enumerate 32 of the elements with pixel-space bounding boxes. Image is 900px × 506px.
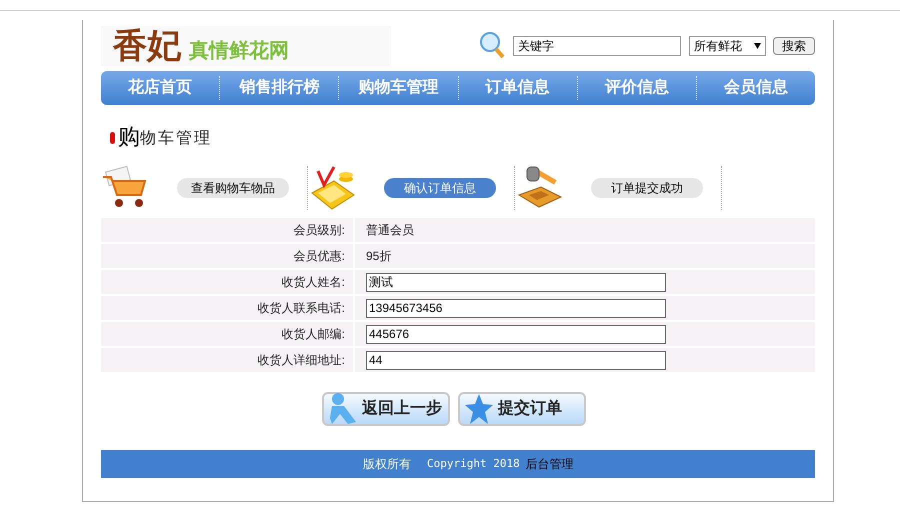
dropdown-caret-icon — [754, 43, 761, 49]
logo-slogan: 真情鲜花网 — [189, 39, 289, 64]
search-button[interactable]: 搜索 — [773, 37, 815, 55]
copyright-text: Copyright 2018 — [427, 456, 520, 472]
form-value: 普通会员 — [366, 222, 414, 239]
form-label: 会员级别: — [294, 222, 345, 239]
star-icon — [464, 392, 494, 426]
page-title: 物车管理 — [140, 128, 212, 149]
form-input-field[interactable]: 测试 — [366, 272, 666, 292]
title-bullet-icon — [110, 132, 115, 144]
submit-order-button[interactable]: 提交订单 — [458, 392, 586, 426]
category-dropdown[interactable]: 所有鲜花 — [689, 36, 766, 56]
step-label: 确认订单信息 — [384, 178, 496, 198]
back-button[interactable]: 返回上一步 — [322, 392, 450, 426]
form-label: 会员优惠: — [294, 248, 345, 265]
page-title-initial: 购 — [118, 124, 140, 150]
copyright-rights: 版权所有 — [363, 456, 411, 473]
form-input-field[interactable]: 445676 — [366, 324, 666, 344]
form-label: 收货人邮编: — [282, 326, 345, 343]
admin-link[interactable]: 后台管理 — [526, 455, 574, 473]
form-label: 收货人详细地址: — [258, 352, 345, 369]
step-label: 查看购物车物品 — [177, 178, 289, 198]
step-label: 订单提交成功 — [591, 178, 703, 198]
search-field[interactable]: 关键字 — [513, 36, 681, 56]
form-value: 95折 — [366, 248, 392, 265]
form-label: 收货人联系电话: — [258, 300, 345, 317]
search-icon — [479, 31, 505, 61]
logo-name: 香妃 — [113, 26, 181, 66]
form-input-field[interactable]: 44 — [366, 350, 666, 370]
person-icon — [328, 392, 358, 426]
form-input-field[interactable]: 13945673456 — [366, 298, 666, 318]
form-label: 收货人姓名: — [282, 274, 345, 291]
